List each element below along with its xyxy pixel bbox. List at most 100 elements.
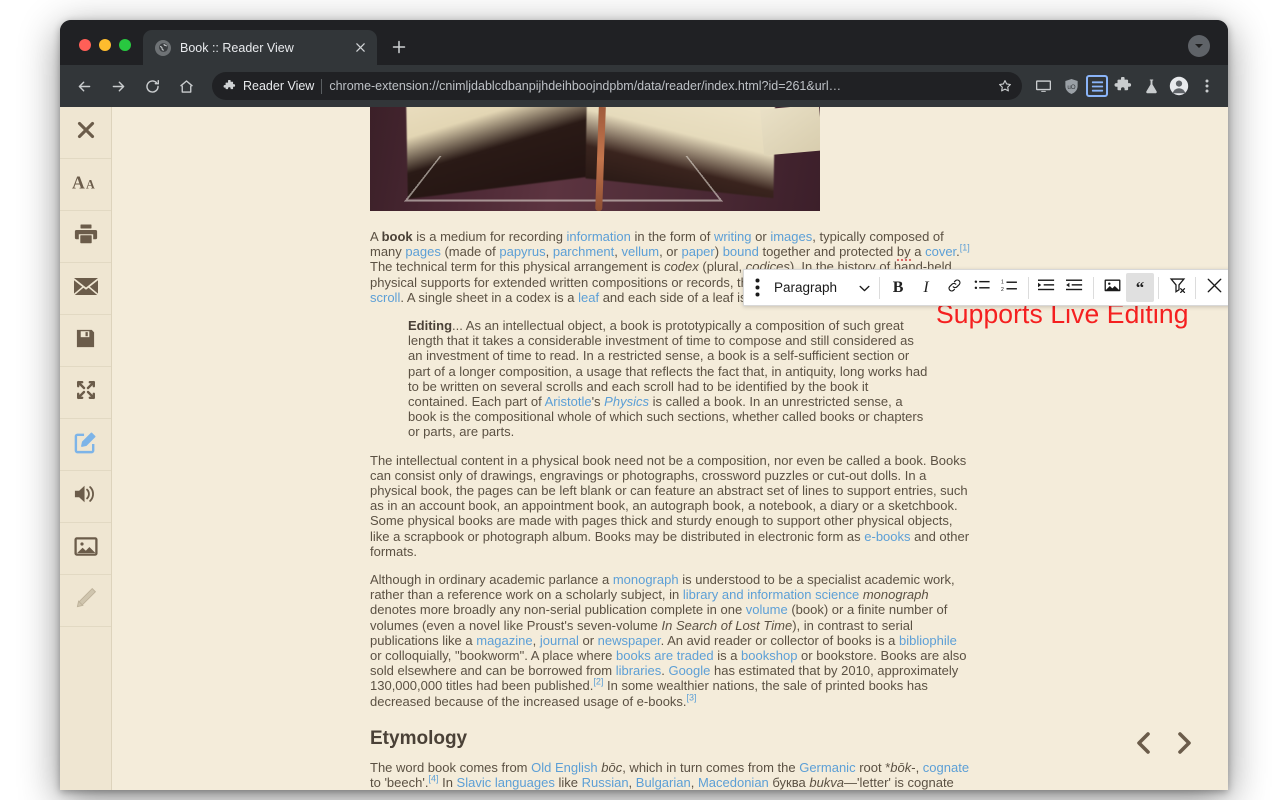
sidebar-item-print[interactable] <box>60 211 111 263</box>
home-button[interactable] <box>170 70 202 102</box>
svg-text:2: 2 <box>1001 287 1004 293</box>
omnibox-url-text[interactable]: chrome-extension://cnimljdablcdbanpijhde… <box>329 79 986 93</box>
profile-avatar-icon[interactable] <box>1166 73 1192 99</box>
bookmark-star-icon[interactable] <box>993 74 1017 98</box>
link-e-books[interactable]: e-books <box>864 529 910 544</box>
link-google[interactable]: Google <box>668 663 710 678</box>
omnibox-separator <box>321 79 322 94</box>
text-run: The technical term for this physical arr… <box>370 259 664 274</box>
link-bulgarian[interactable]: Bulgarian <box>636 775 691 790</box>
link-russian[interactable]: Russian <box>582 775 629 790</box>
indent-button[interactable] <box>1033 273 1061 302</box>
link-monograph[interactable]: monograph <box>613 572 679 587</box>
link-writing[interactable]: writing <box>714 229 752 244</box>
sidebar-item-speak[interactable] <box>60 471 111 523</box>
link-papyrus[interactable]: papyrus <box>499 244 545 259</box>
tab-close-icon[interactable] <box>351 39 369 57</box>
sidebar-item-fullscreen[interactable] <box>60 367 111 419</box>
link-leaf[interactable]: leaf <box>578 290 599 305</box>
outdent-button[interactable] <box>1061 273 1089 302</box>
numbered-list-button[interactable]: 1 2 <box>996 273 1024 302</box>
footnote-ref-1[interactable]: [1] <box>960 243 970 253</box>
reader-view-icon[interactable] <box>1086 75 1108 97</box>
link-slavic-languages[interactable]: Slavic languages <box>457 775 555 790</box>
browser-tab[interactable]: Book :: Reader View <box>143 30 377 65</box>
quote-icon: “ <box>1136 279 1145 296</box>
link-germanic[interactable]: Germanic <box>799 760 855 775</box>
close-icon <box>1206 277 1223 299</box>
link-physics[interactable]: Physics <box>604 394 649 409</box>
link-journal[interactable]: journal <box>540 633 579 648</box>
sidebar-item-email[interactable] <box>60 263 111 315</box>
italic-bok: bōk <box>890 760 911 775</box>
sidebar-item-images[interactable] <box>60 523 111 575</box>
link-paper[interactable]: paper <box>681 244 714 259</box>
link-cognate[interactable]: cognate <box>923 760 969 775</box>
footnote-ref-2[interactable]: [2] <box>593 677 603 687</box>
chevron-left-icon <box>1132 729 1156 762</box>
reload-button[interactable] <box>136 70 168 102</box>
sidebar-item-save[interactable] <box>60 315 111 367</box>
link-magazine[interactable]: magazine <box>476 633 532 648</box>
link-bound[interactable]: bound <box>723 244 759 259</box>
link-parchment[interactable]: parchment <box>553 244 614 259</box>
back-button[interactable] <box>68 70 100 102</box>
sidebar-item-close-reader[interactable] <box>60 107 111 159</box>
tab-search-icon[interactable] <box>1188 35 1210 57</box>
omnibox[interactable]: Reader View chrome-extension://cnimljdab… <box>212 72 1022 100</box>
link-bibliophile[interactable]: bibliophile <box>899 633 957 648</box>
new-tab-button[interactable] <box>385 33 413 61</box>
bulleted-list-icon <box>974 278 991 297</box>
insert-image-button[interactable] <box>1098 273 1126 302</box>
editing-blockquote[interactable]: Editing... As an intellectual object, a … <box>408 318 930 440</box>
flask-icon[interactable] <box>1138 73 1164 99</box>
svg-text:A: A <box>86 178 95 192</box>
drag-handle-icon[interactable] <box>748 273 766 302</box>
link-macedonian[interactable]: Macedonian <box>698 775 769 790</box>
blockquote-button[interactable]: “ <box>1126 273 1154 302</box>
link-old-english[interactable]: Old English <box>531 760 597 775</box>
ublock-shield-icon[interactable]: uO <box>1058 73 1084 99</box>
close-toolbar-button[interactable] <box>1200 273 1228 302</box>
three-dot-menu-icon[interactable] <box>1194 73 1220 99</box>
link-books-are-traded[interactable]: books are traded <box>616 648 714 663</box>
window-close-button[interactable] <box>79 39 91 51</box>
puzzle-piece-icon <box>223 80 236 93</box>
link-scroll[interactable]: scroll <box>370 290 400 305</box>
italic-button[interactable]: I <box>912 273 940 302</box>
link-aristotle[interactable]: Aristotle <box>545 394 592 409</box>
puzzle-piece-icon[interactable] <box>1110 73 1136 99</box>
footnote-ref-4[interactable]: [4] <box>428 774 438 784</box>
block-format-select[interactable]: Paragraph <box>766 274 875 301</box>
cast-icon[interactable] <box>1030 73 1056 99</box>
link-button[interactable] <box>940 273 968 302</box>
link-icon <box>947 278 962 298</box>
globe-icon <box>155 40 171 56</box>
link-vellum[interactable]: vellum <box>622 244 660 259</box>
link-library-and-information-science[interactable]: library and information science <box>683 587 859 602</box>
link-volume[interactable]: volume <box>746 602 788 617</box>
link-libraries[interactable]: libraries <box>616 663 662 678</box>
clear-formatting-button[interactable] <box>1163 273 1191 302</box>
link-cover[interactable]: cover <box>925 244 956 259</box>
close-x-icon <box>75 119 97 146</box>
link-images[interactable]: images <box>770 229 812 244</box>
previous-page-button[interactable] <box>1132 729 1156 762</box>
sidebar-item-highlight[interactable] <box>60 575 111 627</box>
link-bookshop[interactable]: bookshop <box>741 648 797 663</box>
sidebar-item-font-settings[interactable]: A A <box>60 159 111 211</box>
link-pages[interactable]: pages <box>405 244 440 259</box>
link-information[interactable]: information <box>567 229 631 244</box>
link-newspaper[interactable]: newspaper <box>598 633 661 648</box>
forward-button[interactable] <box>102 70 134 102</box>
bulleted-list-button[interactable] <box>968 273 996 302</box>
bold-button[interactable]: B <box>884 273 912 302</box>
window-zoom-button[interactable] <box>119 39 131 51</box>
window-minimize-button[interactable] <box>99 39 111 51</box>
toolbar-separator <box>1195 277 1196 299</box>
footnote-ref-3[interactable]: [3] <box>687 692 697 702</box>
image-book-stand <box>404 156 723 202</box>
svg-text:uO: uO <box>1067 83 1075 90</box>
sidebar-item-edit[interactable] <box>60 419 111 471</box>
next-page-button[interactable] <box>1172 729 1196 762</box>
